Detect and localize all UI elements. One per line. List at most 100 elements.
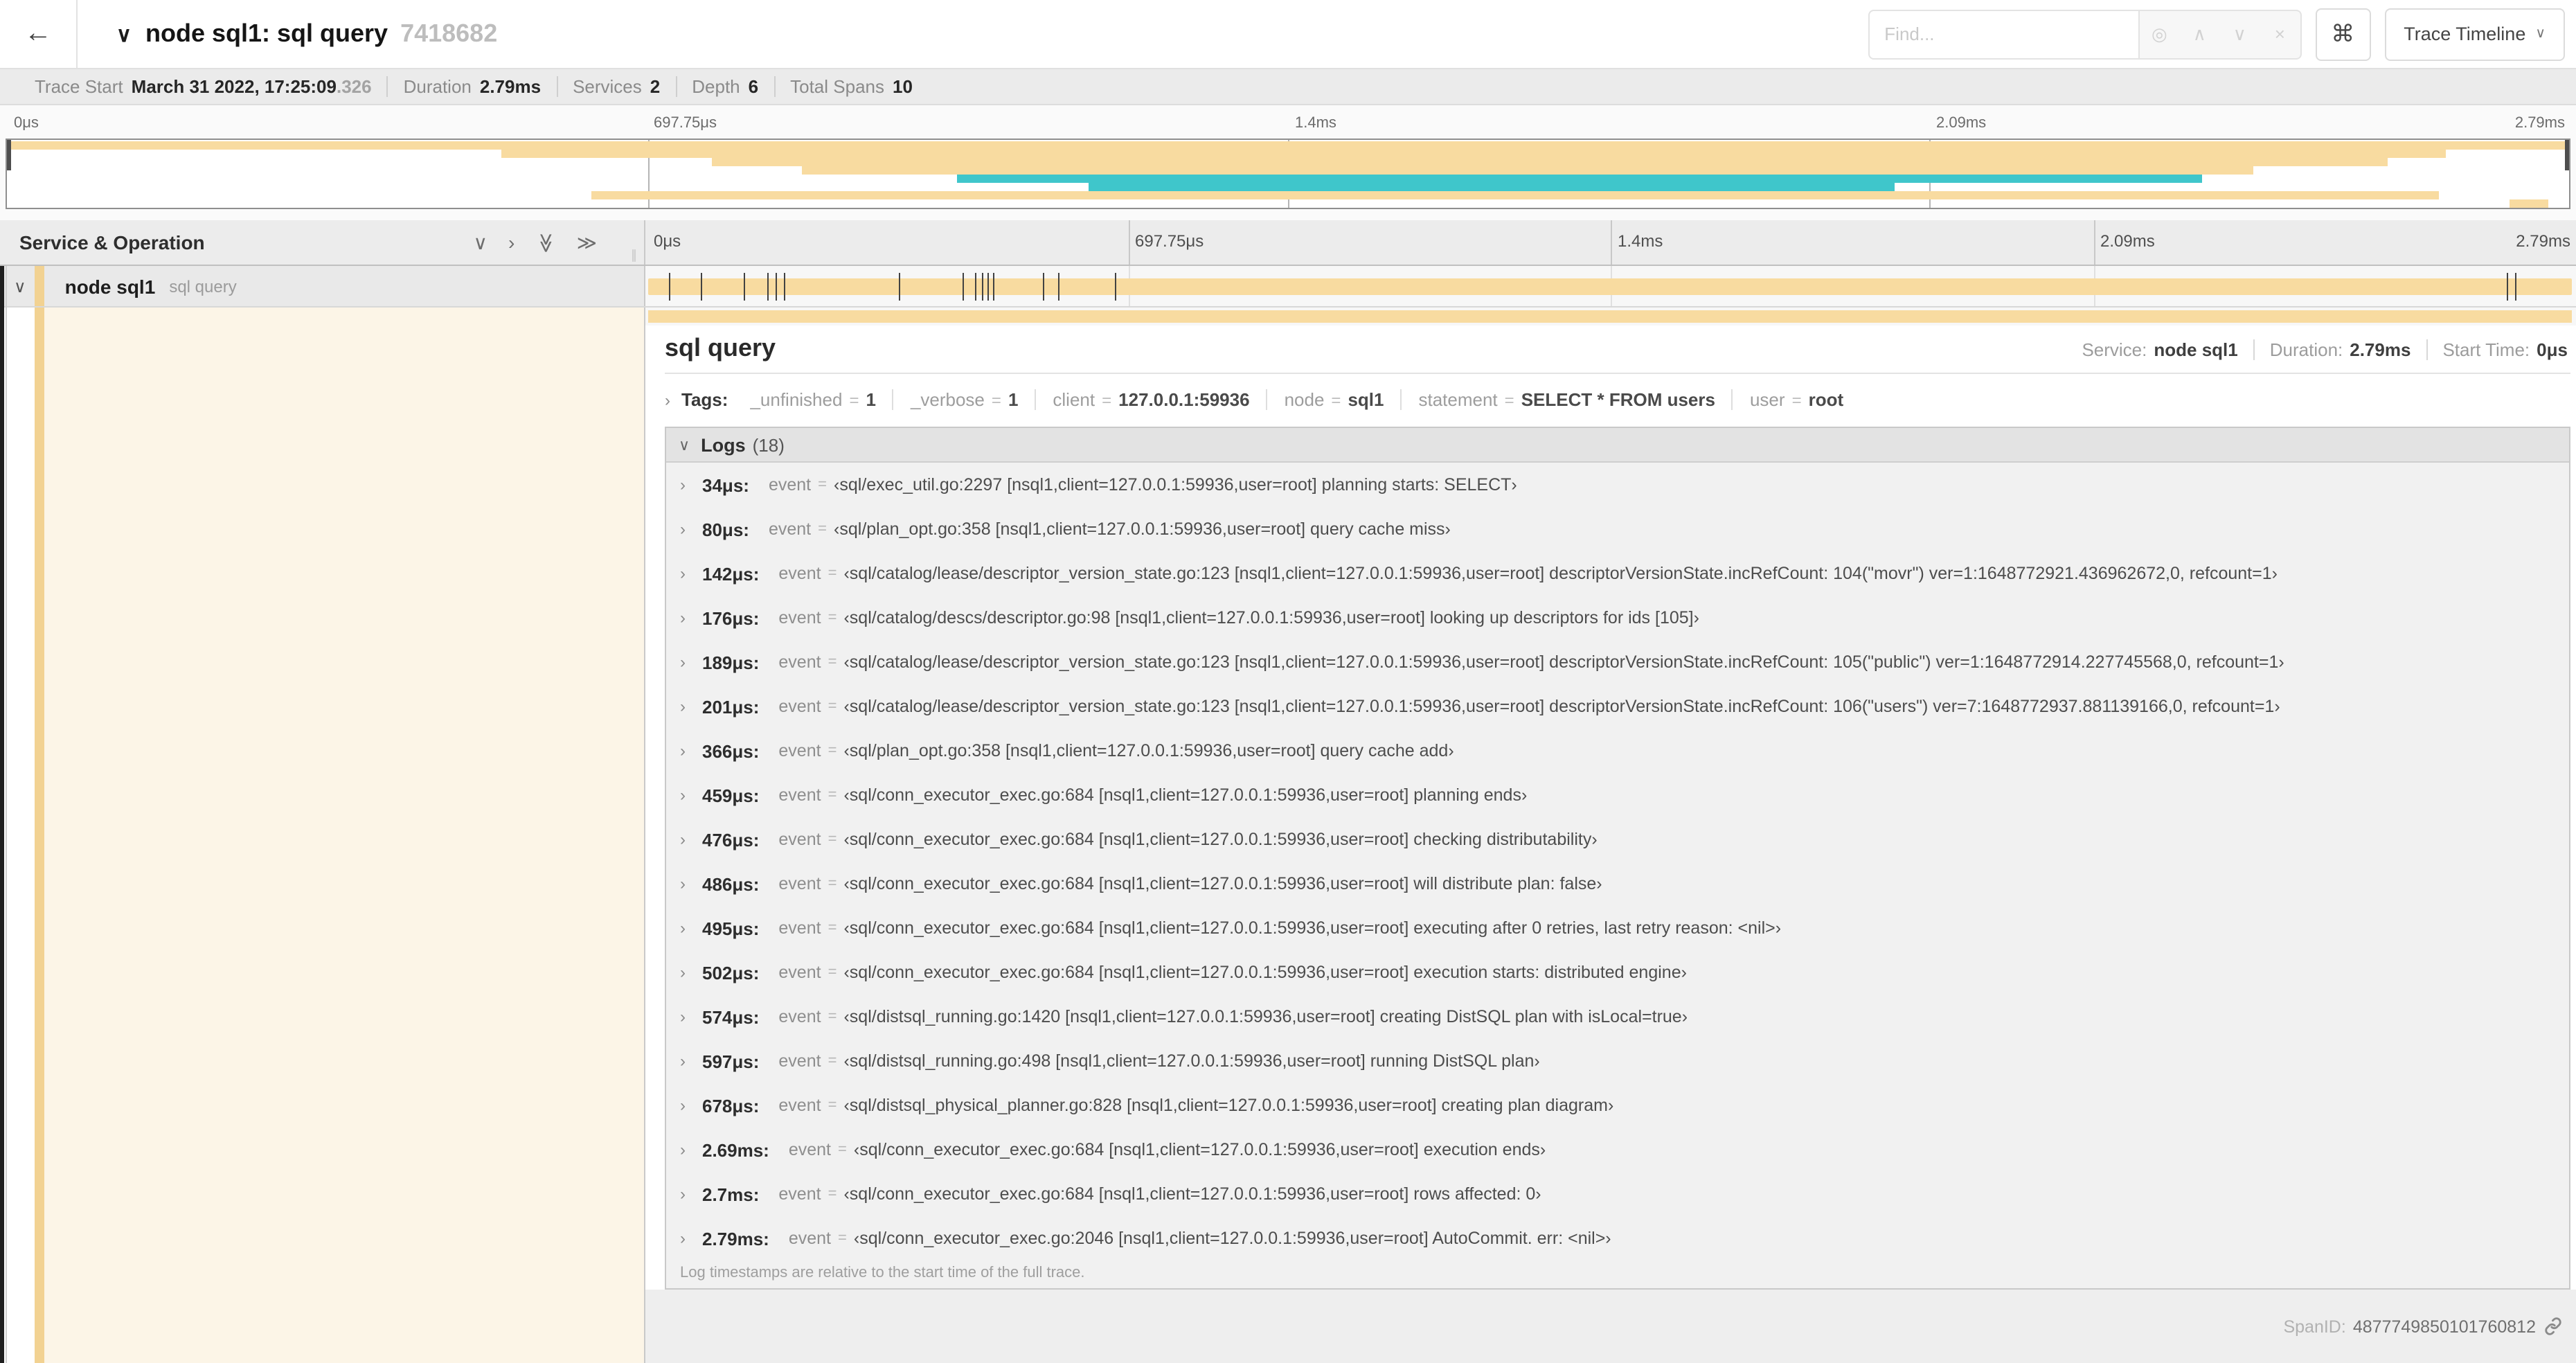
log-entry[interactable]: › 2.7ms: event = ‹sql/conn_executor_exec… [666, 1172, 2569, 1216]
log-field-value: ‹sql/exec_util.go:2297 [nsql1,client=127… [834, 475, 1517, 495]
log-field-value: ‹sql/conn_executor_exec.go:684 [nsql1,cl… [853, 1140, 1546, 1159]
logs-header[interactable]: ∨ Logs (18) [666, 428, 2569, 463]
span-duration-bar[interactable] [648, 278, 2572, 295]
log-entry[interactable]: › 459μs: event = ‹sql/conn_executor_exec… [666, 773, 2569, 817]
find-next-icon[interactable]: ∨ [2219, 23, 2260, 45]
expand-log-icon: › [680, 830, 686, 849]
log-entry[interactable]: › 201μs: event = ‹sql/catalog/lease/desc… [666, 684, 2569, 729]
log-entry[interactable]: › 486μs: event = ‹sql/conn_executor_exec… [666, 862, 2569, 906]
log-entry[interactable]: › 495μs: event = ‹sql/conn_executor_exec… [666, 906, 2569, 950]
tags-row[interactable]: › Tags: _unfinished = 1 _verbose = 1 cli… [665, 389, 2570, 410]
log-timestamp: 2.7ms: [702, 1184, 760, 1204]
tag-key: statement [1418, 389, 1498, 410]
range-scrubber-handle[interactable] [7, 140, 11, 170]
find-group: ◎ ∧ ∨ × [1868, 9, 2302, 59]
log-entry[interactable]: › 366μs: event = ‹sql/plan_opt.go:358 [n… [666, 729, 2569, 773]
equals-sign: = [1102, 390, 1112, 409]
back-button[interactable]: ← [0, 0, 78, 68]
expand-log-icon: › [680, 1140, 686, 1159]
minimap-span-bar [1088, 183, 1895, 191]
log-field-name: event [788, 1229, 832, 1248]
span-bar-cell[interactable] [645, 266, 2576, 306]
collapse-children-icon[interactable]: ∨ [14, 276, 26, 296]
log-timestamp: 495μs: [702, 918, 760, 938]
log-entry[interactable]: › 678μs: event = ‹sql/distsql_physical_p… [666, 1083, 2569, 1128]
detail-meta-label: Duration: [2269, 339, 2343, 360]
trace-info-value: 6 [748, 76, 759, 97]
detail-title: sql query [665, 334, 776, 362]
log-entry[interactable]: › 476μs: event = ‹sql/conn_executor_exec… [666, 817, 2569, 862]
equals-sign: = [818, 521, 828, 537]
copy-link-icon[interactable] [2544, 1317, 2562, 1335]
log-field-value: ‹sql/plan_opt.go:358 [nsql1,client=127.0… [834, 519, 1451, 539]
trace-info-suffix: .326 [336, 76, 372, 97]
log-entry[interactable]: › 80μs: event = ‹sql/plan_opt.go:358 [ns… [666, 507, 2569, 551]
tag-item: user = root [1731, 389, 1860, 410]
log-field-value: ‹sql/catalog/lease/descriptor_version_st… [843, 652, 2284, 672]
log-entry[interactable]: › 502μs: event = ‹sql/conn_executor_exec… [666, 950, 2569, 995]
log-marker-tick [898, 273, 900, 301]
find-target-icon[interactable]: ◎ [2139, 23, 2179, 45]
find-prev-icon[interactable]: ∧ [2179, 23, 2219, 45]
minimap-canvas[interactable] [6, 139, 2570, 209]
logs-section: ∨ Logs (18) › 34μs: event = ‹sql/exec_ut… [665, 427, 2570, 1290]
span-name-cell[interactable]: ∨ node sql1 sql query [0, 266, 645, 306]
view-selector-button[interactable]: Trace Timeline ∨ [2384, 8, 2565, 60]
collapse-all-icon[interactable]: ≫ [534, 232, 557, 252]
log-marker-tick [2507, 273, 2509, 301]
collapse-trace-icon[interactable]: ∨ [116, 21, 132, 46]
trace-info-value: 10 [893, 76, 913, 97]
log-field-name: event [778, 564, 821, 583]
detail-meta-label: Service: [2082, 339, 2147, 360]
tags-list: _unfinished = 1 _verbose = 1 client = 12… [733, 389, 1860, 410]
log-entry[interactable]: › 142μs: event = ‹sql/catalog/lease/desc… [666, 551, 2569, 596]
find-clear-icon[interactable]: × [2260, 24, 2300, 44]
equals-sign: = [1504, 390, 1514, 409]
detail-meta-item: Start Time: 0μs [2426, 339, 2568, 360]
service-name: node sql1 [64, 275, 156, 297]
logs-footnote: Log timestamps are relative to the start… [680, 1265, 1085, 1281]
log-timestamp: 34μs: [702, 474, 749, 495]
service-color-stripe [35, 266, 44, 306]
operation-name: sql query [169, 276, 237, 296]
log-entry[interactable]: › 597μs: event = ‹sql/distsql_running.go… [666, 1039, 2569, 1083]
log-field-name: event [778, 830, 821, 849]
log-field-name: event [778, 785, 821, 805]
axis-label: 2.09ms [1936, 115, 1987, 132]
tag-item: client = 127.0.0.1:59936 [1035, 389, 1266, 410]
log-entry[interactable]: › 189μs: event = ‹sql/catalog/lease/desc… [666, 640, 2569, 684]
column-resizer-grip[interactable]: ∥ [631, 248, 637, 263]
timeline-axis: 0μs 697.75μs 1.4ms 2.09ms 2.79ms [645, 220, 2576, 265]
left-scrollbar[interactable] [0, 266, 4, 1363]
expand-one-icon[interactable]: › [508, 231, 515, 253]
expand-all-icon[interactable]: ≫ [577, 231, 597, 254]
collapse-one-icon[interactable]: ∨ [474, 231, 488, 254]
log-entry[interactable]: › 574μs: event = ‹sql/distsql_running.go… [666, 995, 2569, 1039]
log-marker-tick [776, 273, 778, 301]
keyboard-shortcuts-button[interactable]: ⌘ [2315, 8, 2371, 60]
expand-log-icon: › [680, 697, 686, 716]
find-input[interactable] [1868, 9, 2140, 59]
log-entry[interactable]: › 176μs: event = ‹sql/catalog/descs/desc… [666, 596, 2569, 640]
axis-label: 2.79ms [2514, 115, 2565, 132]
range-scrubber-handle[interactable] [2565, 140, 2569, 170]
log-timestamp: 2.79ms: [702, 1228, 769, 1249]
minimap-span-bar [501, 150, 2447, 158]
span-position-bar [648, 310, 2572, 323]
log-entry[interactable]: › 2.69ms: event = ‹sql/conn_executor_exe… [666, 1128, 2569, 1172]
trace-id: 7418682 [400, 19, 498, 47]
log-field-name: event [778, 963, 821, 982]
log-field-name: event [778, 1051, 821, 1071]
log-field-name: event [778, 1007, 821, 1026]
equals-sign: = [828, 964, 837, 981]
minimap-span-bar [2510, 199, 2549, 208]
tag-item: statement = SELECT * FROM users [1400, 389, 1732, 410]
log-field-value: ‹sql/conn_executor_exec.go:684 [nsql1,cl… [843, 918, 1782, 938]
log-timestamp: 678μs: [702, 1095, 760, 1116]
log-entry[interactable]: › 34μs: event = ‹sql/exec_util.go:2297 [… [666, 463, 2569, 507]
log-entry[interactable]: › 2.79ms: event = ‹sql/conn_executor_exe… [666, 1216, 2569, 1260]
trace-info-value: 2.79ms [479, 76, 542, 97]
equals-sign: = [828, 1008, 837, 1025]
log-marker-tick [981, 273, 983, 301]
span-row[interactable]: ∨ node sql1 sql query [0, 266, 2576, 308]
